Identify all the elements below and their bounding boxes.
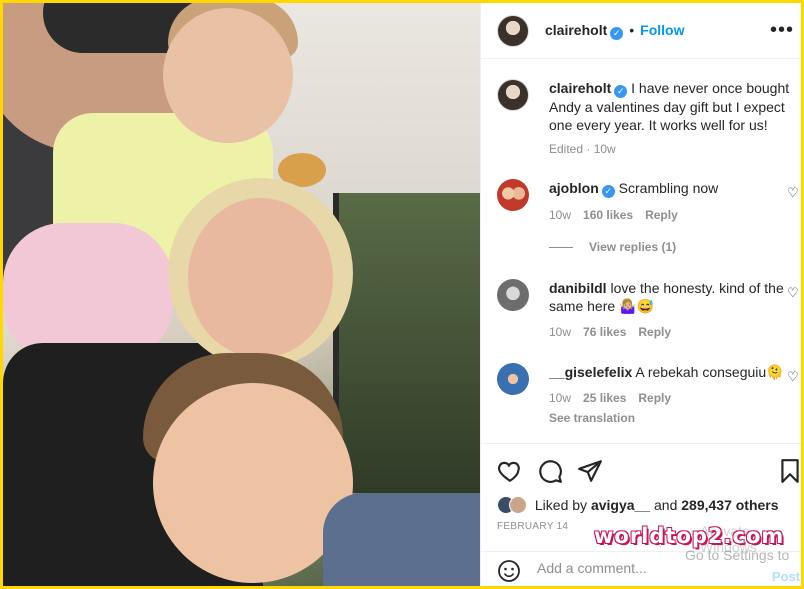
author-avatar[interactable] [497,15,529,47]
photo-girl-face [163,8,293,143]
reply-button[interactable]: Reply [638,325,671,339]
photo-girl-legs [3,223,173,363]
comment-avatar[interactable] [497,363,529,395]
post-comment-button[interactable]: Post [772,569,800,584]
liker-avatar[interactable] [509,496,527,515]
likes-count[interactable]: 289,437 others [681,497,778,513]
caption: claireholt ✓ I have never once bought And… [497,79,797,156]
post-side-panel: claireholt ✓ • Follow ••• claireholt ✓ I hav… [480,3,801,586]
reply-button[interactable]: Reply [645,208,678,222]
likes-summary: Liked by avigya__ and 289,437 others [497,496,779,515]
caption-body: claireholt ✓ I have never once bought And… [549,79,797,134]
caption-meta: Edited · 10w [549,142,797,156]
photo-boy-shirt [323,493,480,586]
post-header: claireholt ✓ • Follow ••• [481,3,801,59]
like-comment-heart-icon[interactable]: ♡ [787,185,799,200]
comment-item: __giselefelix A rebekah conseguiu🫠 10w 25… [497,363,799,425]
photo-mom-face [188,198,333,358]
comment-item: ajoblon ✓ Scrambling now 10w 160 likes Repl… [497,179,799,222]
comment-time: 10w [549,325,572,339]
site-watermark: worldtop2.com [594,524,785,548]
caption-avatar[interactable] [497,79,529,111]
like-heart-icon[interactable] [497,458,523,484]
comment-username[interactable]: danibildl [549,280,607,296]
comment-body: danibildl love the honesty. kind of the … [549,279,797,315]
author-username[interactable]: claireholt [545,22,607,38]
caption-edited: Edited · 10w [549,142,616,156]
comment-meta: 10w 76 likes Reply [549,325,797,339]
comment-avatar[interactable] [497,279,529,311]
comment-text: Scrambling now [618,180,719,196]
likes-prefix: Liked by [534,497,588,514]
comment-username[interactable]: ajoblon [549,180,599,196]
comment-body: __giselefelix A rebekah conseguiu🫠 [549,363,797,381]
see-translation-link[interactable]: See translation [549,411,797,425]
verified-badge-icon: ✓ [610,27,624,40]
comment-likes[interactable]: 76 likes [583,325,626,339]
comment-item: danibildl love the honesty. kind of the … [497,279,799,339]
replies-line [549,247,573,249]
comment-text: A rebekah conseguiu🫠 [635,364,784,380]
reply-button[interactable]: Reply [638,391,671,405]
activate-windows-subtitle: Go to Settings to [685,547,790,563]
comment-likes[interactable]: 25 likes [583,391,626,405]
separator-dot: • [629,22,635,38]
liked-by-user[interactable]: avigya__ [591,497,650,513]
post-date[interactable]: FEBRUARY 14 [497,521,568,532]
more-options-icon[interactable]: ••• [770,19,794,42]
post-actions-bar [481,443,801,499]
share-send-icon[interactable] [577,458,603,484]
comment-likes[interactable]: 160 likes [583,208,633,222]
comment-username[interactable]: __giselefelix [549,364,632,380]
instagram-post-frame: claireholt ✓ • Follow ••• claireholt ✓ I hav… [3,3,801,586]
comment-bubble-icon[interactable] [537,458,563,484]
save-bookmark-icon[interactable] [777,458,801,484]
like-comment-heart-icon[interactable]: ♡ [787,369,799,384]
author-line: claireholt ✓ • Follow [545,22,684,40]
like-comment-heart-icon[interactable]: ♡ [787,285,799,300]
comment-avatar[interactable] [497,179,529,211]
photo-window [333,193,480,493]
comment-time: 10w [549,391,572,405]
follow-button[interactable]: Follow [640,22,684,38]
comment-time: 10w [549,208,572,222]
comment-body: ajoblon ✓ Scrambling now [549,179,797,198]
likes-text: Liked by avigya__ and 289,437 others [535,497,779,513]
comment-meta: 10w 160 likes Reply [549,208,797,222]
comment-meta: 10w 25 likes Reply [549,391,797,405]
emoji-smiley-icon[interactable] [497,559,521,583]
verified-badge-icon: ✓ [614,85,628,98]
caption-username[interactable]: claireholt [549,80,611,96]
view-replies-label: View replies (1) [589,240,677,254]
verified-badge-icon: ✓ [601,185,615,198]
likes-middle: and [654,497,678,514]
view-replies-button[interactable]: View replies (1) [549,240,676,254]
post-photo[interactable] [3,3,480,586]
